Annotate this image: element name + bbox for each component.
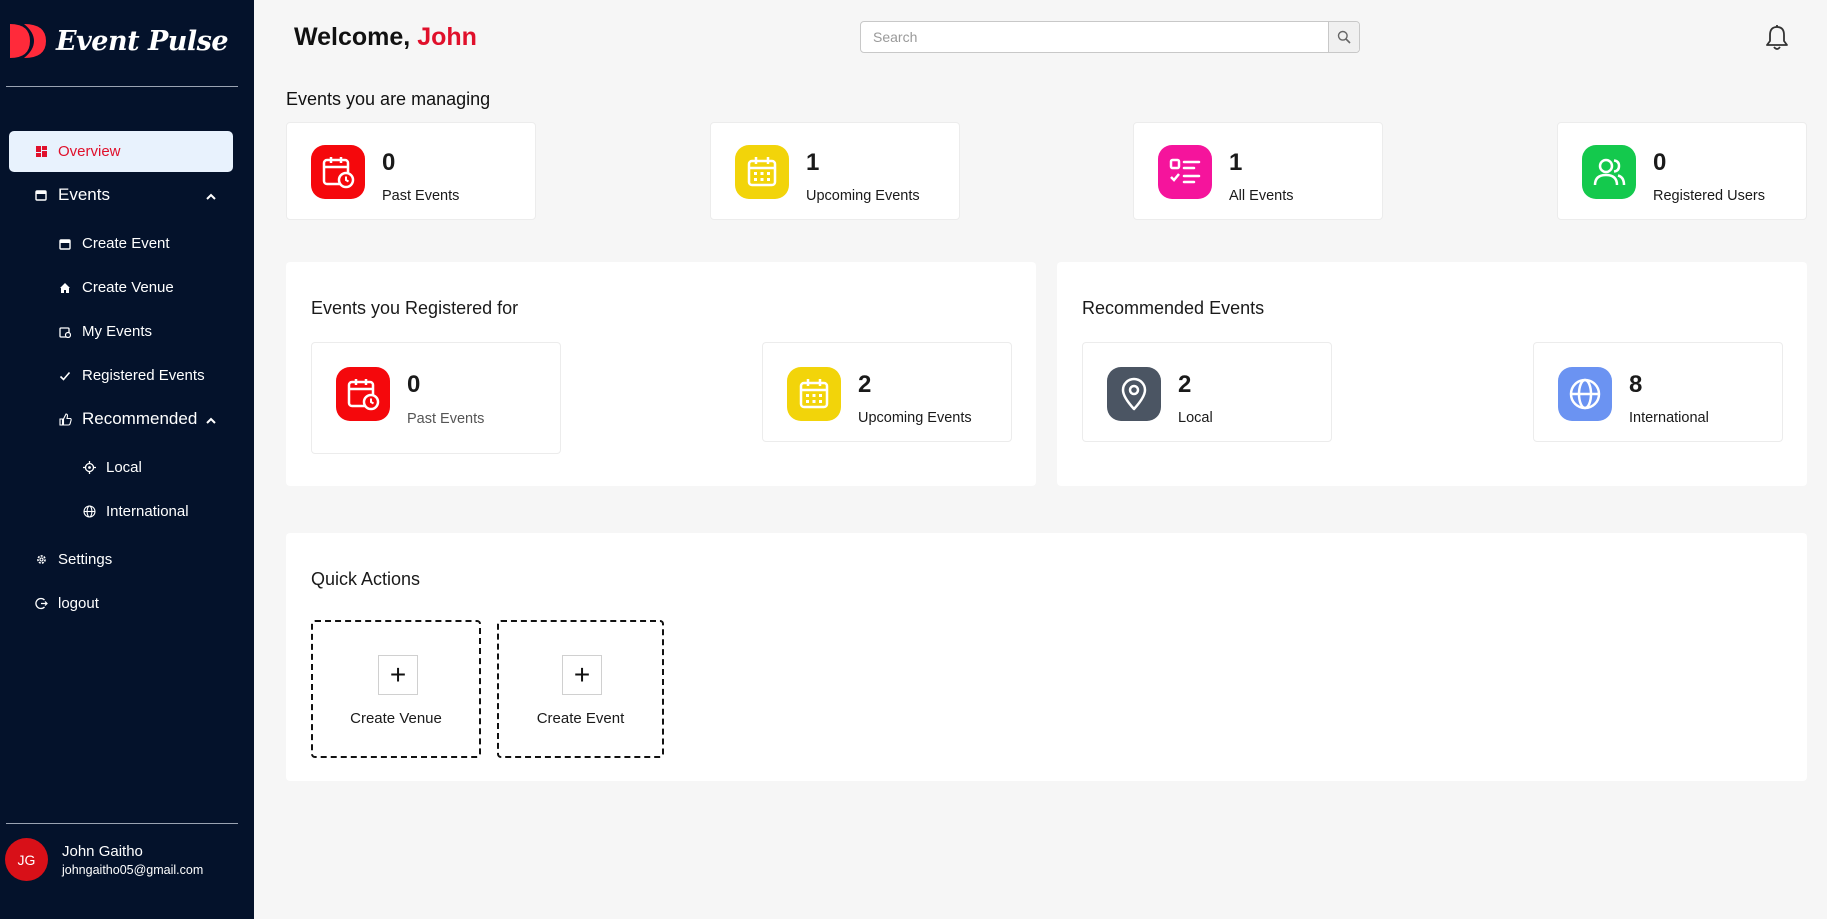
recommended-events-panel: Recommended Events 2 Local 8 Internation… (1057, 262, 1807, 486)
sidebar-item-label: Settings (58, 551, 113, 568)
stat-label: International (1629, 410, 1709, 426)
user-email: johngaitho05@gmail.com (62, 862, 204, 877)
sidebar-item-label: Registered Events (82, 367, 205, 384)
sidebar-item-local[interactable]: Local (82, 459, 142, 476)
stat-value: 2 (858, 371, 872, 398)
stat-value: 1 (806, 149, 820, 176)
search-button[interactable] (1328, 22, 1359, 52)
globe-icon (82, 505, 96, 519)
stat-label: Past Events (407, 411, 485, 427)
stat-card-local[interactable]: 2 Local (1082, 342, 1332, 442)
brand-logo[interactable]: Event Pulse (8, 20, 229, 62)
panel-title: Quick Actions (311, 569, 421, 589)
stat-card-registered-upcoming-events[interactable]: 2 Upcoming Events (762, 342, 1012, 442)
chevron-up-icon[interactable] (206, 185, 216, 205)
sidebar-item-label: Events (58, 185, 110, 204)
calendar-icon (735, 145, 789, 199)
chevron-up-icon[interactable] (206, 409, 216, 429)
sidebar-item-events[interactable]: Events (34, 185, 216, 205)
quick-actions-panel: Quick Actions + Create Venue + Create Ev… (286, 533, 1807, 781)
sidebar-item-my-events[interactable]: My Events (58, 323, 152, 340)
panel-title: Events you Registered for (311, 298, 519, 318)
sidebar-item-international[interactable]: International (82, 503, 189, 520)
sidebar-item-label: My Events (82, 323, 153, 340)
user-name: John Gaitho (62, 842, 143, 860)
stat-label: Upcoming Events (806, 188, 920, 204)
stat-value: 0 (382, 149, 396, 176)
stat-value: 2 (1178, 371, 1192, 398)
users-icon (1582, 145, 1636, 199)
avatar[interactable]: JG (5, 838, 48, 881)
quick-action-label: Create Event (536, 710, 625, 727)
logout-icon (34, 597, 48, 611)
check-icon (58, 369, 72, 383)
calendar-clock-icon (311, 145, 365, 199)
search-input[interactable] (861, 22, 1328, 52)
calendar-clock-icon (58, 325, 72, 339)
sidebar-item-label: International (106, 503, 189, 520)
panel-title: Recommended Events (1082, 298, 1265, 318)
stat-label: Past Events (382, 188, 460, 204)
stat-value: 8 (1629, 371, 1643, 398)
user-profile[interactable]: JG John Gaitho johngaitho05@gmail.com (5, 838, 203, 881)
welcome-username: John (417, 23, 477, 51)
brand-name: Event Pulse (56, 25, 229, 57)
thumbs-up-icon (58, 412, 72, 426)
plus-icon: + (562, 655, 602, 695)
calendar-icon (34, 188, 48, 202)
stat-card-registered-past-events[interactable]: 0 Past Events (311, 342, 561, 454)
sidebar-item-logout[interactable]: logout (34, 595, 99, 612)
bell-icon[interactable] (1764, 24, 1790, 52)
stat-label: Registered Users (1653, 188, 1766, 204)
sidebar-item-create-event[interactable]: Create Event (58, 235, 170, 252)
page-title: Welcome, John (294, 23, 477, 52)
stat-value: 0 (407, 371, 421, 398)
sidebar-item-label: Overview (58, 143, 121, 160)
sidebar-item-label: logout (58, 595, 99, 612)
stat-card-all-events[interactable]: 1 All Events (1133, 122, 1383, 220)
sidebar-item-overview[interactable]: Overview (9, 131, 233, 172)
stat-card-upcoming-events[interactable]: 1 Upcoming Events (710, 122, 960, 220)
search-bar (860, 21, 1360, 53)
globe-icon (1558, 367, 1612, 421)
sidebar-item-label: Recommended (82, 409, 198, 428)
quick-action-label: Create Venue (350, 710, 442, 727)
sidebar-divider (6, 823, 238, 824)
welcome-prefix: Welcome, (294, 23, 411, 51)
stat-label: Local (1178, 410, 1213, 426)
calendar-clock-icon (336, 367, 390, 421)
map-pin-icon (1107, 367, 1161, 421)
checklist-icon (1158, 145, 1212, 199)
grid-icon (34, 145, 48, 159)
plus-icon: + (378, 655, 418, 695)
calendar-plus-icon (58, 237, 72, 251)
sidebar-item-label: Create Event (82, 235, 170, 252)
stat-value: 0 (1653, 149, 1667, 176)
create-venue-button[interactable]: + Create Venue (311, 620, 481, 758)
sidebar-item-recommended[interactable]: Recommended (58, 409, 216, 429)
sidebar-item-label: Create Venue (82, 279, 174, 296)
calendar-icon (787, 367, 841, 421)
logo-mark-icon (10, 24, 46, 58)
sidebar-item-registered-events[interactable]: Registered Events (58, 367, 205, 384)
home-icon (58, 281, 72, 295)
stat-value: 1 (1229, 149, 1243, 176)
locate-icon (82, 461, 96, 475)
stat-label: Upcoming Events (858, 410, 972, 426)
managing-section-title: Events you are managing (286, 89, 491, 109)
sidebar-item-create-venue[interactable]: Create Venue (58, 279, 174, 296)
stat-label: All Events (1229, 188, 1294, 204)
registered-events-panel: Events you Registered for 0 Past Events … (286, 262, 1036, 486)
create-event-button[interactable]: + Create Event (497, 620, 664, 758)
stat-card-past-events[interactable]: 0 Past Events (286, 122, 536, 220)
gear-icon (34, 553, 48, 567)
sidebar-divider (6, 86, 238, 87)
search-icon (1337, 30, 1351, 44)
sidebar-item-settings[interactable]: Settings (34, 551, 112, 568)
sidebar-item-label: Local (106, 459, 142, 476)
sidebar: Event Pulse Overview Events Create Event… (0, 0, 254, 919)
stat-card-registered-users[interactable]: 0 Registered Users (1557, 122, 1807, 220)
stat-card-international[interactable]: 8 International (1533, 342, 1783, 442)
